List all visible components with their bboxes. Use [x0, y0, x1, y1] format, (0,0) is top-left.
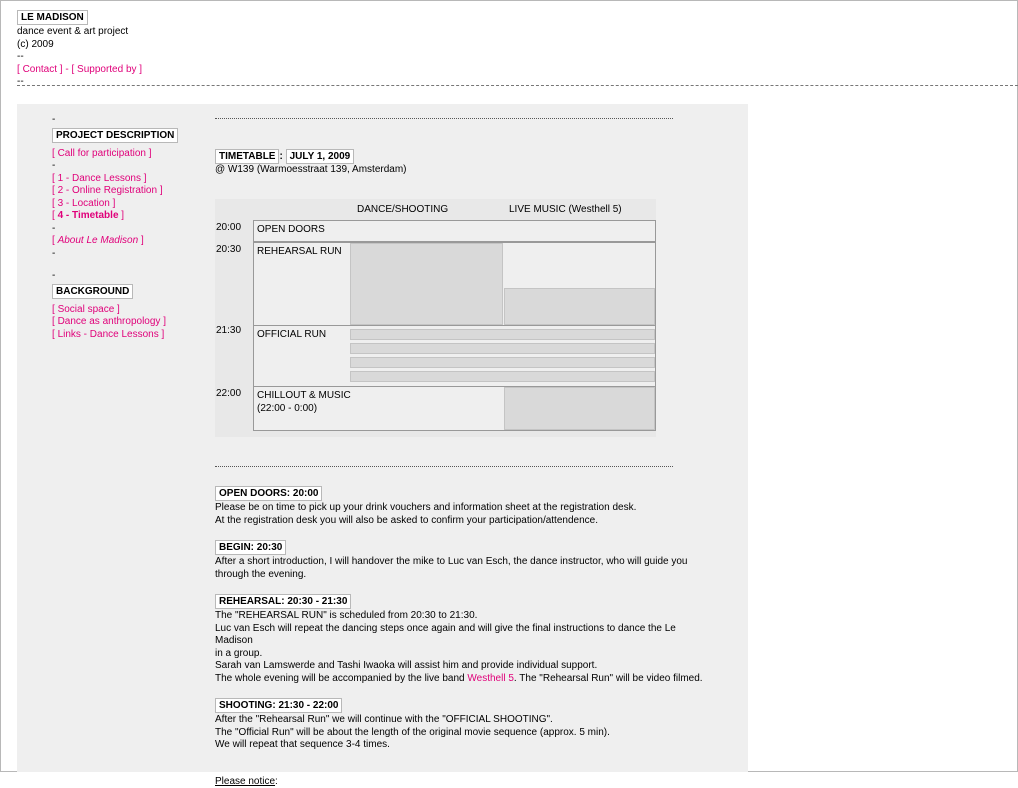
nav-online-registration-link[interactable]: 2 - Online Registration: [58, 185, 158, 196]
column-header-music: LIVE MUSIC (Westhell 5): [509, 204, 622, 215]
sidebar-nav: - PROJECT DESCRIPTION [ Call for partici…: [52, 114, 192, 341]
slot-rehearsal-run: REHEARSAL RUN: [253, 242, 656, 326]
nav-dash: -: [52, 114, 56, 125]
nav-about-link[interactable]: About Le Madison: [58, 235, 139, 246]
westhell-link[interactable]: Westhell 5: [467, 673, 514, 684]
nav-dash: -: [52, 160, 56, 171]
nav-call-link[interactable]: Call for participation: [58, 148, 146, 159]
main-content: TIMETABLE: JULY 1, 2009 @ W139 (Warmoess…: [215, 114, 705, 177]
time-label: 20:30: [216, 244, 242, 255]
take-block: [350, 357, 655, 368]
venue-text: @ W139 (Warmoesstraat 139, Amsterdam): [215, 164, 407, 175]
nav-anthropology-link[interactable]: Dance as anthropology: [58, 316, 161, 327]
timetable-label: TIMETABLE: [215, 149, 280, 164]
take-block: [350, 343, 655, 354]
header-links: [ Contact ] - [ Supported by ]: [17, 63, 143, 75]
nav-links-dance-lessons-link[interactable]: Links - Dance Lessons: [58, 329, 159, 340]
nav-social-space-link[interactable]: Social space: [58, 304, 115, 315]
section-title: BEGIN: 20:30: [215, 540, 287, 555]
time-label: 22:00: [216, 388, 242, 399]
nav-dash: -: [52, 247, 56, 259]
timetable-date: JULY 1, 2009: [285, 149, 355, 164]
take-block: [350, 371, 655, 382]
copyright: (c) 2009: [17, 38, 54, 50]
slot-open-doors: OPEN DOORS: [253, 220, 656, 242]
section-rehearsal: REHEARSAL: 20:30 - 21:30 The "REHEARSAL …: [215, 594, 703, 684]
site-header: LE MADISON dance event & art project (c)…: [17, 10, 142, 89]
nav-dash: -: [52, 222, 56, 234]
take-block: [350, 329, 655, 340]
contact-link[interactable]: Contact: [23, 64, 57, 75]
column-header-dance: DANCE/SHOOTING: [357, 204, 449, 215]
nav-heading-background: BACKGROUND: [52, 283, 134, 299]
time-label: 20:00: [216, 222, 242, 233]
nav-dash: -: [52, 270, 56, 281]
supported-by-link[interactable]: Supported by: [77, 64, 137, 75]
section-shooting: SHOOTING: 21:30 - 22:00 After the "Rehea…: [215, 698, 610, 750]
nav-timetable-link[interactable]: 4 - Timetable: [58, 210, 119, 221]
time-label: 21:30: [216, 325, 242, 336]
nav-heading-project: PROJECT DESCRIPTION: [52, 127, 179, 143]
slot-chillout: CHILLOUT & MUSIC (22:00 - 0:00): [253, 386, 656, 431]
slot-official-run: OFFICIAL RUN: [253, 325, 656, 387]
nav-dance-lessons-link[interactable]: 1 - Dance Lessons: [58, 173, 141, 184]
section-open-doors: OPEN DOORS: 20:00 Please be on time to p…: [215, 486, 637, 526]
schedule-details: OPEN DOORS: 20:00 Please be on time to p…: [215, 466, 715, 788]
section-title: SHOOTING: 21:30 - 22:00: [215, 698, 343, 713]
notice-heading: Please notice: [215, 775, 276, 787]
dance-block: [350, 243, 503, 325]
music-block: [504, 288, 655, 325]
header-divider: [17, 85, 1018, 86]
site-title: LE MADISON: [17, 10, 88, 25]
dotted-divider: [215, 118, 673, 119]
nav-location-link[interactable]: 3 - Location: [58, 198, 110, 209]
section-title: REHEARSAL: 20:30 - 21:30: [215, 594, 352, 609]
site-subtitle: dance event & art project: [17, 26, 129, 37]
section-title: OPEN DOORS: 20:00: [215, 486, 323, 501]
section-begin: BEGIN: 20:30 After a short introduction,…: [215, 540, 688, 580]
music-block: [504, 387, 655, 430]
timetable-grid: DANCE/SHOOTING LIVE MUSIC (Westhell 5) 2…: [215, 199, 656, 437]
separator: --: [17, 51, 24, 62]
dotted-divider: [215, 466, 673, 467]
